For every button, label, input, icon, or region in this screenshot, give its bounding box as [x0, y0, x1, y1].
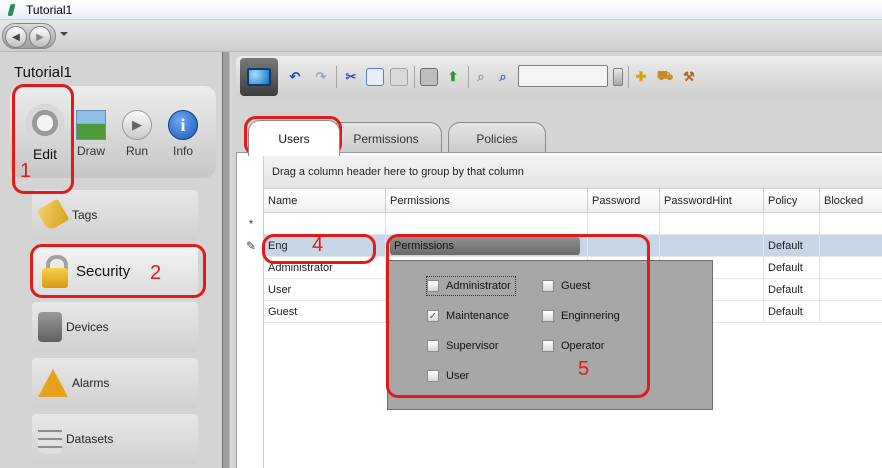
cell-policy[interactable]: Default [764, 257, 820, 279]
database-icon [38, 424, 62, 454]
nav-item-devices-label: Devices [66, 320, 109, 334]
app-icon [6, 4, 18, 16]
nav-item-tags-label: Tags [72, 208, 98, 222]
panel-splitter[interactable] [222, 52, 230, 468]
picture-icon [76, 110, 106, 140]
annotation-box-2 [30, 244, 206, 298]
new-row-marker: * [248, 217, 254, 231]
annotation-number-1: 1 [20, 160, 32, 182]
tab-users-label: Users [278, 131, 310, 146]
mode-info-label: Info [172, 144, 193, 158]
cell[interactable] [820, 213, 882, 235]
tag-icon [36, 198, 70, 232]
cell-name[interactable]: Guest [264, 301, 386, 323]
group-by-bar[interactable]: Drag a column header here to group by th… [264, 155, 882, 189]
mode-run[interactable]: ▶ Run [114, 86, 160, 158]
copy-icon[interactable] [366, 68, 384, 86]
column-header-passwordhint[interactable]: PasswordHint [660, 189, 764, 213]
cell-policy[interactable]: Default [764, 235, 820, 257]
mode-draw-label: Draw [76, 144, 105, 158]
back-forward-group: ◀ ▶ [2, 23, 56, 49]
group-by-hint: Drag a column header here to group by th… [272, 165, 524, 178]
cell-name[interactable]: User [264, 279, 386, 301]
cell[interactable] [660, 213, 764, 235]
cut-icon[interactable]: ✂ [342, 68, 360, 86]
new-row[interactable]: * [249, 213, 882, 235]
app-logo[interactable] [240, 58, 278, 96]
info-icon: i [168, 110, 198, 140]
toolbar-separator [336, 66, 337, 88]
tab-permissions[interactable]: Permissions [330, 122, 442, 154]
tab-permissions-label: Permissions [353, 131, 419, 146]
cell[interactable] [588, 213, 660, 235]
cell[interactable] [386, 213, 588, 235]
toolbar-separator [628, 66, 629, 88]
cart-icon[interactable]: ⛟ [656, 68, 674, 86]
print-icon[interactable] [420, 68, 438, 86]
cell-policy[interactable]: Default [764, 279, 820, 301]
column-header-name[interactable]: Name [264, 189, 386, 213]
warning-icon [38, 369, 68, 397]
column-header-blocked[interactable]: Blocked [820, 189, 882, 213]
annotation-box-5 [386, 234, 650, 398]
toolbar: ↶ ↷ ✂ ⬆ ⌕ ⌕ ✚ ⛟ ⚒ [236, 56, 882, 98]
forward-button[interactable]: ▶ [29, 26, 51, 48]
annotation-number-5: 5 [578, 358, 590, 380]
redo-icon[interactable]: ↷ [312, 68, 330, 86]
mode-draw[interactable]: Draw [68, 86, 114, 158]
cell-blocked[interactable] [820, 279, 882, 301]
tab-policies[interactable]: Policies [448, 122, 546, 154]
mode-run-label: Run [125, 144, 148, 158]
nav-item-alarms-label: Alarms [72, 376, 110, 390]
tab-policies-label: Policies [476, 131, 518, 146]
nav-item-devices[interactable]: Devices [32, 302, 198, 352]
device-icon [38, 312, 62, 342]
annotation-number-4: 4 [312, 234, 324, 256]
edit-pencil-icon: ✎ [245, 239, 257, 253]
column-header-permissions[interactable]: Permissions [386, 189, 588, 213]
cell[interactable] [764, 213, 820, 235]
column-header-password[interactable]: Password [588, 189, 660, 213]
column-header-policy[interactable]: Policy [764, 189, 820, 213]
search-options-button[interactable] [613, 68, 623, 86]
search-icon[interactable]: ⌕ [494, 68, 512, 86]
paste-icon[interactable] [390, 68, 408, 86]
add-item-icon[interactable]: ✚ [632, 68, 650, 86]
zoom-icon[interactable]: ⌕ [472, 68, 490, 86]
nav-item-datasets-label: Datasets [66, 432, 114, 446]
cell-policy[interactable]: Default [764, 301, 820, 323]
undo-icon[interactable]: ↶ [286, 68, 304, 86]
toolbar-separator [414, 66, 415, 88]
forward-arrow-icon: ▶ [36, 31, 44, 43]
back-arrow-icon: ◀ [12, 31, 20, 43]
annotation-number-2: 2 [150, 262, 162, 284]
mode-info[interactable]: i Info [160, 86, 206, 158]
cell-passwordhint[interactable] [660, 235, 764, 257]
nav-item-datasets[interactable]: Datasets [32, 414, 198, 464]
toolbar-separator [468, 66, 469, 88]
search-input[interactable] [518, 65, 608, 87]
project-title: Tutorial1 [14, 64, 72, 81]
history-dropdown-icon[interactable] [60, 32, 68, 36]
nav-item-alarms[interactable]: Alarms [32, 358, 198, 408]
nav-item-tags[interactable]: Tags [32, 190, 198, 240]
cell-blocked[interactable] [820, 301, 882, 323]
monitor-icon [247, 68, 271, 86]
tab-users[interactable]: Users [248, 120, 340, 156]
window-title: Tutorial1 [26, 2, 73, 17]
cell-blocked[interactable] [820, 257, 882, 279]
back-button[interactable]: ◀ [5, 26, 27, 48]
up-arrow-icon[interactable]: ⬆ [444, 68, 462, 86]
tools-icon[interactable]: ⚒ [680, 68, 698, 86]
navigation-bar: ◀ ▶ [0, 20, 882, 52]
play-icon: ▶ [122, 110, 152, 140]
cell[interactable] [264, 213, 386, 235]
title-bar: Tutorial1 [0, 0, 882, 20]
cell-blocked[interactable] [820, 235, 882, 257]
